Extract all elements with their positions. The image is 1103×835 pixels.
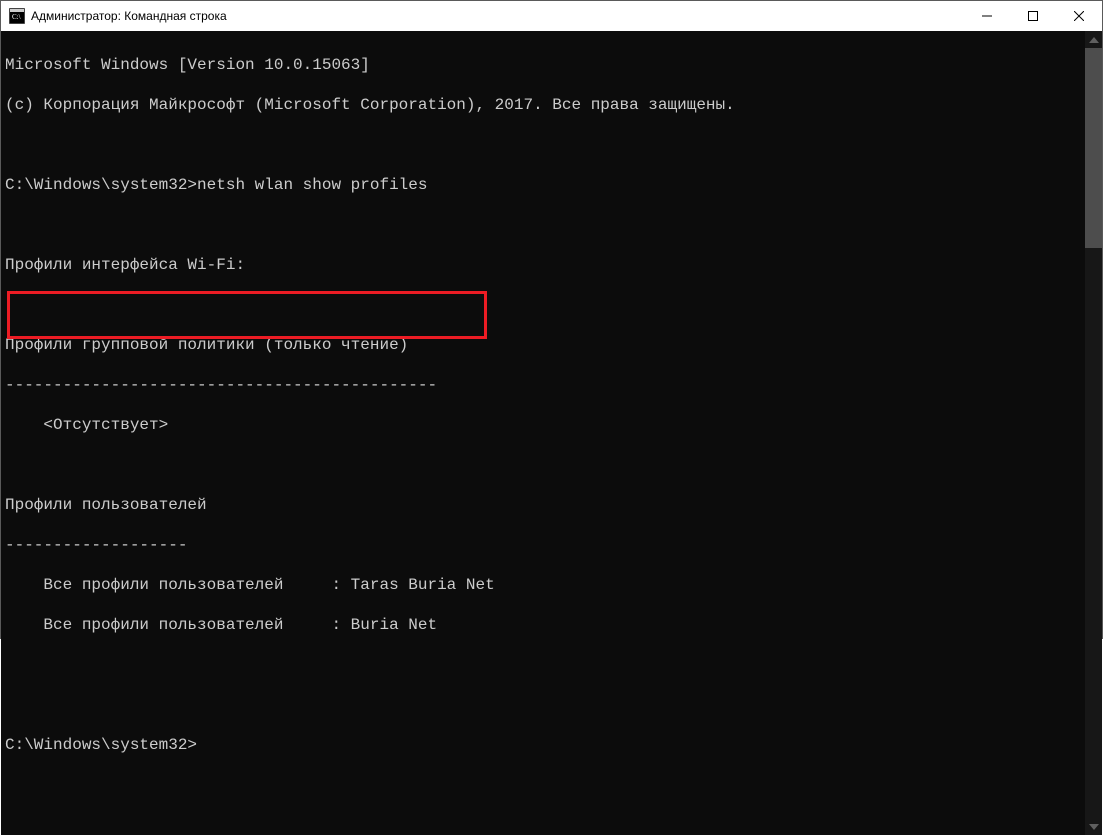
titlebar[interactable]: C:\ Администратор: Командная строка [1,1,1102,31]
blank-line [5,695,1085,715]
maximize-button[interactable] [1010,1,1056,31]
output-heading: Профили групповой политики (только чтени… [5,335,1085,355]
blank-line [5,215,1085,235]
close-button[interactable] [1056,1,1102,31]
window-title: Администратор: Командная строка [31,9,964,23]
profile-value: Buria Net [351,616,437,634]
svg-text:C:\: C:\ [12,13,21,21]
console-output[interactable]: Microsoft Windows [Version 10.0.15063] (… [1,31,1085,835]
profile-value: Taras Buria Net [351,576,495,594]
prompt-prefix: C:\Windows\system32> [5,176,197,194]
output-heading: Профили интерфейса Wi-Fi: [5,255,1085,275]
prompt-line: C:\Windows\system32> [5,735,1085,755]
window-controls [964,1,1102,31]
blank-line [5,655,1085,675]
scroll-down-arrow-icon[interactable] [1085,818,1102,835]
output-divider: ----------------------------------------… [5,375,1085,395]
output-divider: ------------------- [5,535,1085,555]
client-area: Microsoft Windows [Version 10.0.15063] (… [1,31,1102,835]
cmd-icon: C:\ [9,8,25,24]
output-line: (c) Корпорация Майкрософт (Microsoft Cor… [5,95,1085,115]
scroll-up-arrow-icon[interactable] [1085,31,1102,48]
output-line: <Отсутствует> [5,415,1085,435]
blank-line [5,295,1085,315]
profile-row: Все профили пользователей : Buria Net [5,615,1085,635]
cmd-window: C:\ Администратор: Командная строка Micr… [0,0,1103,639]
profile-label: Все профили пользователей : [5,576,351,594]
prompt-command: netsh wlan show profiles [197,176,427,194]
prompt-line: C:\Windows\system32>netsh wlan show prof… [5,175,1085,195]
blank-line [5,455,1085,475]
vertical-scrollbar[interactable] [1085,31,1102,835]
scrollbar-thumb[interactable] [1085,48,1102,248]
output-line: Microsoft Windows [Version 10.0.15063] [5,55,1085,75]
blank-line [5,135,1085,155]
output-heading: Профили пользователей [5,495,1085,515]
profile-label: Все профили пользователей : [5,616,351,634]
minimize-button[interactable] [964,1,1010,31]
profile-row: Все профили пользователей : Taras Buria … [5,575,1085,595]
scrollbar-track[interactable] [1085,48,1102,818]
